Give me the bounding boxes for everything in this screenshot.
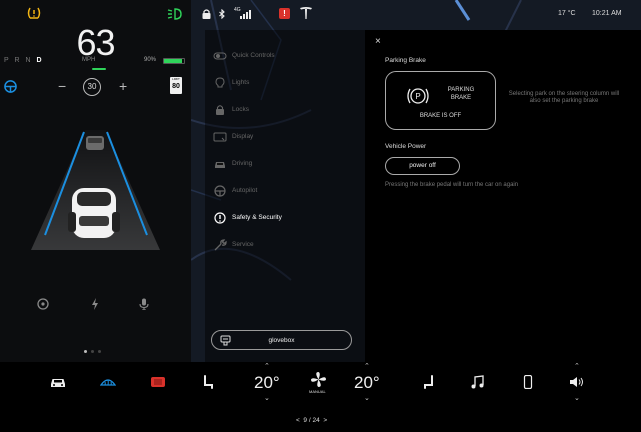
fan-icon[interactable] — [310, 371, 327, 388]
menu-item-service[interactable]: Service — [213, 237, 363, 255]
next-page-button[interactable]: > — [323, 417, 327, 424]
menu-item-label: Display — [232, 133, 254, 140]
volume-down-icon[interactable]: ⌄ — [574, 394, 580, 402]
passenger-seat-heat-icon[interactable] — [421, 375, 437, 389]
bluetooth-icon[interactable] — [219, 9, 225, 19]
menu-item-autopilot[interactable]: Autopilot — [213, 183, 363, 201]
alert-badge[interactable]: ! — [279, 8, 290, 19]
battery-percent: 90% — [144, 57, 157, 63]
steering-wheel-icon[interactable] — [4, 80, 17, 93]
wrench-icon — [214, 239, 227, 251]
passenger-temperature[interactable]: 20° — [354, 373, 380, 393]
bulb-icon — [215, 77, 225, 88]
outside-temperature: 17 °C — [558, 10, 576, 17]
gear-d: D — [36, 57, 44, 64]
speed-limit-decrease-button[interactable]: − — [58, 78, 66, 94]
menu-item-label: Quick Controls — [232, 52, 275, 59]
road-visualization — [31, 130, 160, 250]
page-indicator: < 9 / 24 > — [296, 417, 327, 424]
close-button[interactable]: × — [375, 36, 381, 47]
gear-r: R — [14, 57, 22, 64]
lightning-icon[interactable] — [89, 298, 101, 310]
menu-item-display[interactable]: Display — [213, 129, 363, 147]
svg-text:P: P — [415, 92, 420, 101]
driver-temp-down-icon[interactable]: ⌄ — [264, 394, 270, 402]
speed-limit-sign: LIMIT 80 — [170, 77, 182, 94]
page-dots — [84, 350, 108, 355]
menu-item-label: Safety & Security — [232, 214, 282, 221]
music-icon[interactable] — [470, 375, 486, 389]
parking-brake-title: Parking Brake — [385, 57, 426, 64]
clock: 10:21 AM — [592, 10, 622, 17]
parking-brake-icon: P — [407, 88, 429, 104]
menu-item-safety-security[interactable]: Safety & Security — [213, 210, 363, 228]
ego-car-icon — [68, 188, 120, 238]
status-bar: 4G ! 17 °C 10:21 AM — [191, 0, 641, 28]
lock-icon — [216, 105, 224, 115]
menu-item-label: Service — [232, 241, 254, 248]
car-icon — [215, 162, 225, 168]
vehicle-power-title: Vehicle Power — [385, 143, 427, 150]
menu-item-label: Lights — [232, 79, 250, 86]
lamp-icon — [167, 8, 182, 20]
menu-item-driving[interactable]: Driving — [213, 156, 363, 174]
menu-item-label: Driving — [232, 160, 253, 167]
power-bar — [92, 68, 106, 70]
speaker-icon[interactable] — [569, 375, 585, 389]
driver-temp-up-icon[interactable]: ⌃ — [264, 362, 270, 370]
page-number: 9 / 24 — [303, 417, 320, 424]
steering-wheel-icon — [214, 185, 226, 197]
driver-seat-heat-icon[interactable] — [200, 375, 216, 389]
set-speed-limit: 30 — [83, 78, 101, 96]
media-icon[interactable] — [37, 298, 49, 310]
menu-item-locks[interactable]: Locks — [213, 102, 363, 120]
parking-brake-note: Selecting park on the steering column wi… — [508, 91, 620, 104]
mic-icon[interactable] — [138, 298, 150, 310]
lock-icon[interactable] — [202, 9, 211, 19]
bottom-control-bar: ⌃ 20° ⌄ MANUAL ⌃ 20° ⌄ ⌃ ⌄ < 9 / 24 > — [0, 362, 641, 432]
car-icon[interactable] — [50, 375, 66, 389]
safety-security-panel: × Parking Brake P PARKING BRAKE BRAKE IS… — [365, 30, 641, 362]
front-defrost-icon[interactable] — [100, 375, 116, 389]
fan-mode-label: MANUAL — [309, 389, 326, 394]
power-off-button[interactable]: power off — [385, 157, 460, 175]
passenger-temp-down-icon[interactable]: ⌄ — [364, 394, 370, 402]
gear-n: N — [25, 57, 33, 64]
toggle-icon — [213, 52, 227, 60]
menu-item-label: Autopilot — [232, 187, 258, 194]
prev-page-button[interactable]: < — [296, 417, 300, 424]
display-icon — [213, 132, 227, 142]
tesla-logo-icon[interactable] — [299, 6, 313, 19]
speed-unit: MPH — [82, 57, 96, 63]
lead-car-icon — [86, 136, 104, 150]
parking-brake-label: PARKING BRAKE — [447, 87, 475, 101]
battery-fill — [164, 59, 182, 63]
menu-item-lights[interactable]: Lights — [213, 75, 363, 93]
phone-icon[interactable] — [520, 375, 536, 389]
battery-gauge — [163, 58, 185, 64]
menu-item-label: Locks — [232, 106, 249, 113]
driver-temperature[interactable]: 20° — [254, 373, 280, 393]
signal-icon — [240, 10, 251, 19]
glovebox-label: glovebox — [268, 337, 295, 344]
parking-brake-button[interactable]: P PARKING BRAKE BRAKE IS OFF — [385, 71, 496, 130]
vehicle-power-note: Pressing the brake pedal will turn the c… — [385, 182, 519, 188]
parking-brake-status: BRAKE IS OFF — [419, 113, 462, 119]
gear-selector: P R N D — [4, 57, 44, 64]
info-icon — [214, 212, 226, 224]
speed-limit-increase-button[interactable]: + — [119, 78, 127, 94]
menu-item-quick-controls[interactable]: Quick Controls — [213, 48, 363, 66]
tire-pressure-warning-icon — [27, 7, 41, 19]
glovebox-button[interactable]: glovebox — [211, 330, 352, 350]
speed-limit-sign-value: 80 — [172, 83, 180, 90]
passenger-temp-up-icon[interactable]: ⌃ — [364, 362, 370, 370]
volume-up-icon[interactable]: ⌃ — [574, 362, 580, 370]
rear-defrost-icon[interactable] — [150, 375, 166, 389]
instrument-cluster: 63 P R N D MPH 90% − 30 + LIMIT 80 — [0, 0, 191, 362]
settings-menu: Quick Controls Lights Locks Display Driv… — [205, 30, 365, 362]
gear-p: P — [4, 57, 11, 64]
